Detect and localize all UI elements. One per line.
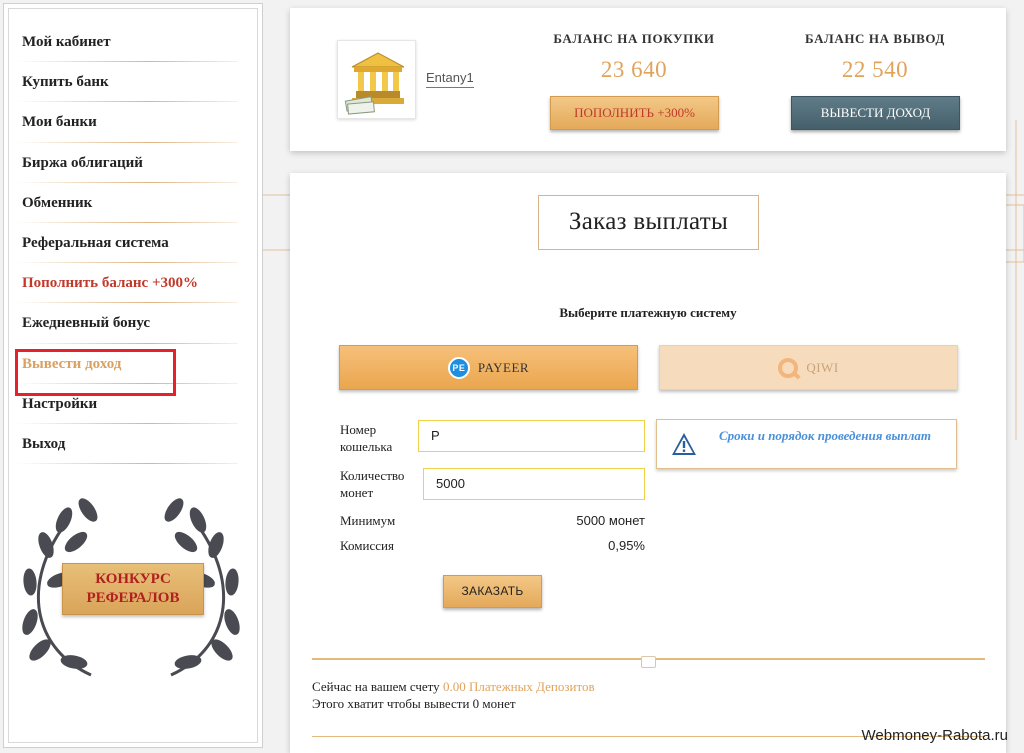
withdraw-balance-title: БАЛАНС НА ВЫВОД xyxy=(805,31,945,46)
watermark: Webmoney-Rabota.ru xyxy=(861,727,1008,744)
minimum-value: 5000 монет xyxy=(576,513,645,528)
page-title: Заказ выплаты xyxy=(538,195,759,250)
contest-line-2: РЕФЕРАЛОВ xyxy=(86,590,180,606)
sidebar-item-bond-exchange[interactable]: Биржа облигаций xyxy=(16,143,238,183)
coin-amount-input[interactable]: 5000 xyxy=(423,468,645,500)
warning-icon xyxy=(672,433,696,455)
payeer-icon: PE xyxy=(447,356,470,379)
payeer-label: PAYEER xyxy=(477,359,530,375)
qiwi-icon xyxy=(778,357,799,378)
minimum-row: Минимум 5000 монет xyxy=(340,513,645,529)
account-balance-line: Сейчас на вашем счету 0.00 Платежных Деп… xyxy=(312,679,595,695)
commission-value: 0,95% xyxy=(608,538,645,553)
wallet-number-input[interactable]: P xyxy=(418,420,645,452)
sidebar-item-referral-system[interactable]: Реферальная система xyxy=(16,223,238,264)
referral-contest-button[interactable]: КОНКУРС РЕФЕРАЛОВ xyxy=(62,563,204,615)
sidebar-item-exchanger[interactable]: Обменник xyxy=(16,183,238,224)
sidebar-menu: Мой кабинет Купить банк Мои банки Биржа … xyxy=(16,22,238,465)
qiwi-button[interactable]: QIWI xyxy=(659,345,958,390)
sidebar-item-topup-balance[interactable]: Пополнить баланс +300% xyxy=(16,263,238,304)
purchase-balance-title: БАЛАНС НА ПОКУПКИ xyxy=(553,31,715,46)
account-prefix: Сейчас на вашем счету xyxy=(312,679,440,694)
avatar[interactable] xyxy=(337,40,416,119)
bank-building-icon xyxy=(344,52,405,115)
qiwi-label: QIWI xyxy=(806,359,839,375)
highlight-frame xyxy=(15,349,176,396)
choose-payment-label: Выберите платежную систему xyxy=(559,305,737,320)
withdraw-income-button[interactable]: ВЫВЕСТИ ДОХОД xyxy=(791,96,960,130)
contest-line-1: КОНКУРС xyxy=(95,571,171,587)
sidebar-item-buy-bank[interactable]: Купить банк xyxy=(16,62,238,103)
amount-label: Количество монет xyxy=(340,467,404,501)
payeer-button[interactable]: PE PAYEER xyxy=(339,345,638,390)
wallet-label-line-1: Номер xyxy=(340,422,377,437)
wallet-label: Номер кошелька xyxy=(340,421,392,455)
username-link[interactable]: Entany1 xyxy=(426,70,474,88)
order-button[interactable]: ЗАКАЗАТЬ xyxy=(443,575,542,608)
withdraw-capacity-line: Этого хватит чтобы вывести 0 монет xyxy=(312,696,516,711)
payout-terms-text: Сроки и порядок проведения выплат xyxy=(718,428,932,443)
balance-card: Entany1 БАЛАНС НА ПОКУПКИ 23 640 ПОПОЛНИ… xyxy=(290,8,1006,151)
purchase-balance-value: 23 640 xyxy=(600,57,668,82)
minimum-label: Минимум xyxy=(340,513,396,528)
sidebar-item-daily-bonus[interactable]: Ежедневный бонус xyxy=(16,303,238,344)
sidebar-item-my-banks[interactable]: Мои банки xyxy=(16,102,238,143)
amount-label-line-1: Количество xyxy=(340,468,405,483)
payout-terms-link[interactable]: Сроки и порядок проведения выплат xyxy=(656,419,957,469)
topup-button[interactable]: ПОПОЛНИТЬ +300% xyxy=(550,96,719,130)
sidebar-item-my-cabinet[interactable]: Мой кабинет xyxy=(16,22,238,63)
amount-label-line-2: монет xyxy=(340,485,374,500)
collapse-handle-icon[interactable] xyxy=(641,656,656,668)
account-deposit-amount: 0.00 Платежных Депозитов xyxy=(442,679,595,694)
commission-row: Комиссия 0,95% xyxy=(340,538,645,554)
commission-label: Комиссия xyxy=(340,538,394,553)
withdraw-balance-value: 22 540 xyxy=(841,57,909,82)
sidebar-item-logout[interactable]: Выход xyxy=(16,424,238,465)
wallet-label-line-2: кошелька xyxy=(340,439,393,454)
